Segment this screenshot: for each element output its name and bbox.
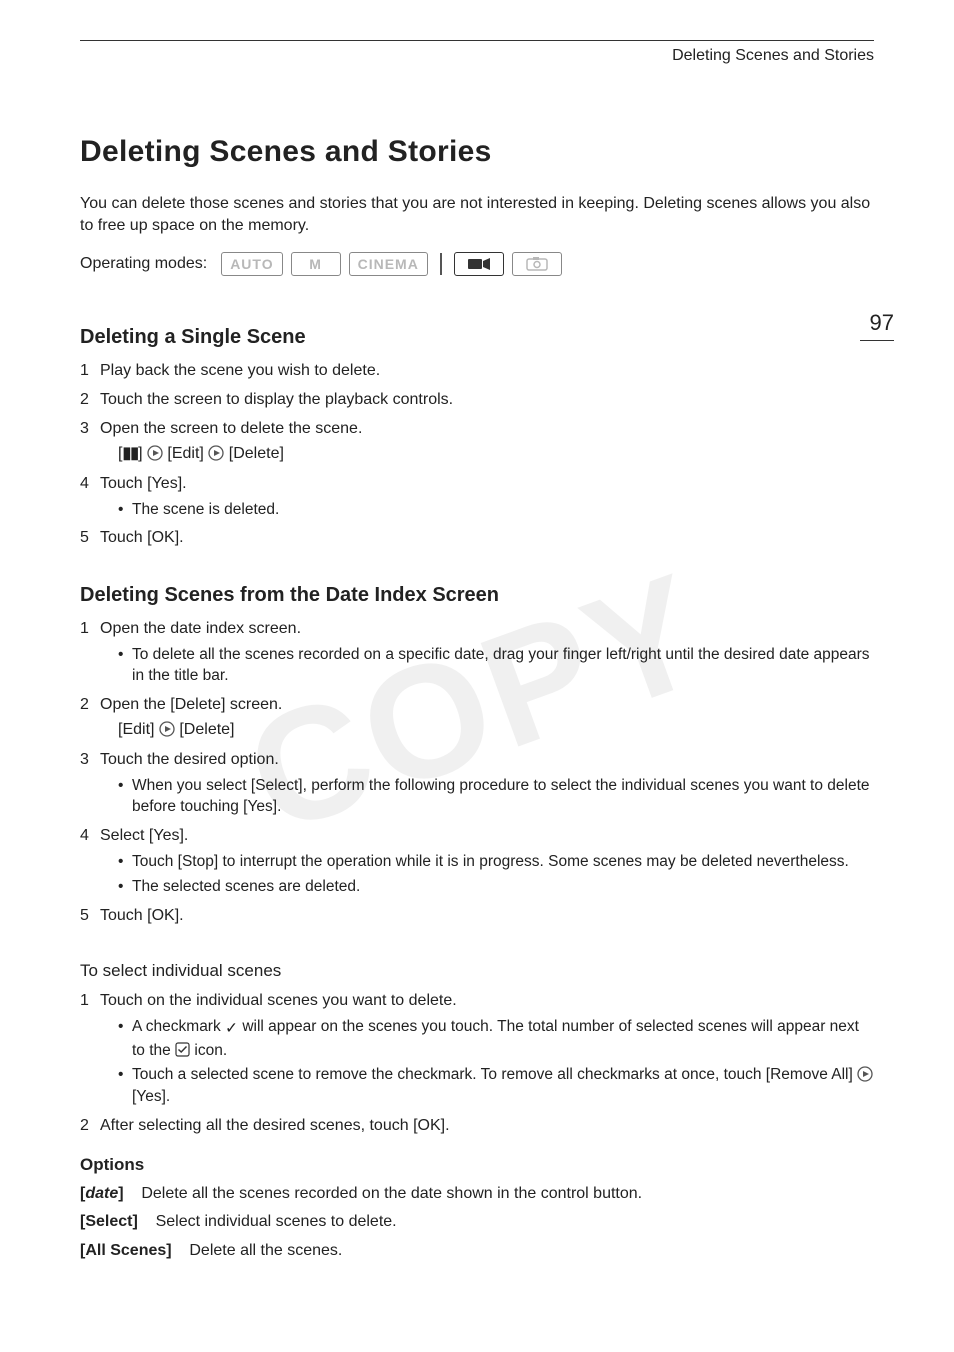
s1-step2: Touch the screen to display the playback… [80, 388, 874, 411]
page-title: Deleting Scenes and Stories [80, 135, 874, 169]
s1-step3-path: [▮▮] [Edit] [Delete] [100, 442, 874, 465]
arrow-icon [208, 445, 224, 461]
mode-auto: AUTO [221, 252, 282, 276]
option-row: [date] Delete all the scenes recorded on… [80, 1183, 874, 1205]
mode-cinema: CINEMA [349, 252, 428, 276]
section1-steps: Play back the scene you wish to delete. … [80, 359, 874, 550]
option-label: [All Scenes] [80, 1242, 172, 1259]
s2-step3-b1: When you select [Select], perform the fo… [118, 775, 874, 818]
s1-step4: Touch [Yes]. The scene is deleted. [80, 472, 874, 521]
checkbox-icon [175, 1042, 190, 1057]
s1-step1: Play back the scene you wish to delete. [80, 359, 874, 382]
s2-step4: Select [Yes]. Touch [Stop] to interrupt … [80, 824, 874, 898]
s2-step2-path: [Edit] [Delete] [100, 718, 874, 741]
check-icon: ✓ [225, 1018, 238, 1040]
s2-step5: Touch [OK]. [80, 904, 874, 927]
s2-step4-b1: Touch [Stop] to interrupt the operation … [118, 851, 874, 873]
section3-heading: To select individual scenes [80, 961, 874, 981]
arrow-icon [159, 721, 175, 737]
option-desc: Delete all the scenes recorded on the da… [141, 1185, 642, 1202]
section3-steps: Touch on the individual scenes you want … [80, 989, 874, 1137]
arrow-icon [147, 445, 163, 461]
option-desc: Select individual scenes to delete. [156, 1213, 397, 1230]
option-row: [Select] Select individual scenes to del… [80, 1211, 874, 1233]
page-number-block: 97 [860, 310, 894, 341]
section2-heading: Deleting Scenes from the Date Index Scre… [80, 584, 874, 607]
s3-step1: Touch on the individual scenes you want … [80, 989, 874, 1108]
s1-step4-bullet: The scene is deleted. [118, 499, 874, 521]
header-text: Deleting Scenes and Stories [80, 47, 874, 65]
s2-step1: Open the date index screen. To delete al… [80, 617, 874, 688]
s3-step1-b2: Touch a selected scene to remove the che… [118, 1064, 874, 1107]
page-number: 97 [860, 310, 894, 336]
s2-step1-b1: To delete all the scenes recorded on a s… [118, 644, 874, 687]
mode-photo-icon [512, 252, 562, 276]
mode-separator [440, 253, 442, 275]
options-heading: Options [80, 1155, 874, 1175]
modes-label: Operating modes: [80, 255, 207, 273]
option-label: [Select] [80, 1213, 138, 1230]
option-row: [All Scenes] Delete all the scenes. [80, 1240, 874, 1262]
option-label: [date] [80, 1185, 124, 1202]
intro-text: You can delete those scenes and stories … [80, 193, 874, 238]
s2-step2: Open the [Delete] screen. [Edit] [Delete… [80, 693, 874, 741]
pause-icon: ▮▮ [122, 445, 138, 462]
s1-step3: Open the screen to delete the scene. [▮▮… [80, 417, 874, 465]
section2-steps: Open the date index screen. To delete al… [80, 617, 874, 927]
section1-heading: Deleting a Single Scene [80, 326, 874, 349]
header-rule [80, 40, 874, 41]
option-desc: Delete all the scenes. [189, 1242, 342, 1259]
mode-movie-icon [454, 252, 504, 276]
s3-step1-b1: A checkmark ✓ will appear on the scenes … [118, 1016, 874, 1061]
operating-modes-row: Operating modes: AUTO M CINEMA [80, 252, 874, 276]
s1-step5: Touch [OK]. [80, 526, 874, 549]
s2-step3: Touch the desired option. When you selec… [80, 748, 874, 819]
arrow-icon [857, 1066, 873, 1082]
mode-m: M [291, 252, 341, 276]
s3-step2: After selecting all the desired scenes, … [80, 1114, 874, 1137]
s2-step4-b2: The selected scenes are deleted. [118, 876, 874, 898]
